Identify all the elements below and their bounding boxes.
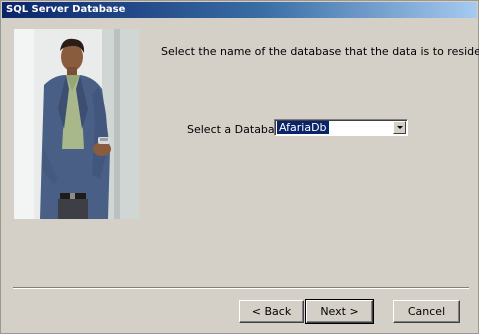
dropdown-button[interactable]: [393, 121, 406, 134]
cancel-button[interactable]: Cancel: [393, 300, 460, 323]
database-selected-value[interactable]: AfariaDb: [277, 121, 329, 134]
businessman-photo: [14, 29, 139, 219]
businessman-illustration: [14, 29, 139, 219]
database-select[interactable]: AfariaDb: [274, 119, 408, 136]
next-button[interactable]: Next >: [305, 299, 374, 324]
window-title: SQL Server Database: [6, 4, 126, 15]
instruction-text: Select the name of the database that the…: [161, 45, 479, 58]
back-button[interactable]: < Back: [239, 300, 304, 323]
chevron-down-icon: [397, 126, 403, 129]
sql-server-database-dialog: SQL Server Database Select the name of t…: [0, 0, 479, 334]
title-bar: SQL Server Database: [2, 2, 477, 18]
divider: [13, 287, 469, 289]
